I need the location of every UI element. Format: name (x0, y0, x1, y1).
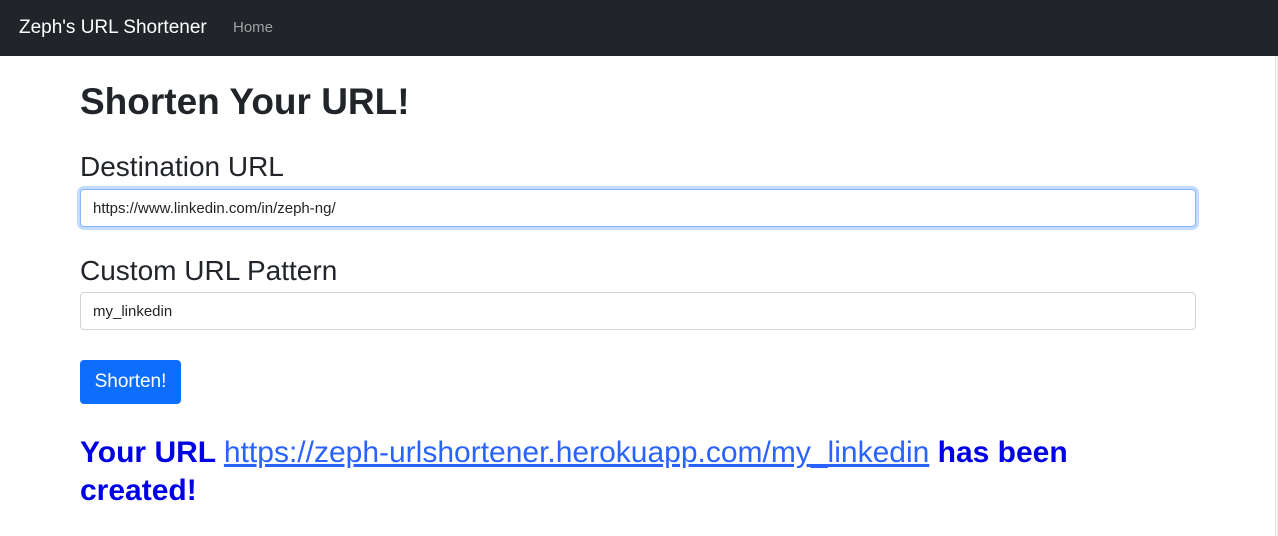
nav-link-home[interactable]: Home (233, 18, 273, 38)
top-navbar: Zeph's URL Shortener Home (0, 0, 1278, 56)
result-prefix: Your URL (80, 436, 216, 469)
short-url-link[interactable]: https://zeph-urlshortener.herokuapp.com/… (224, 436, 929, 469)
custom-url-pattern-label: Custom URL Pattern (80, 255, 338, 286)
result-message: Your URL https://zeph-urlshortener.herok… (80, 434, 1190, 510)
shorten-button[interactable]: Shorten! (80, 360, 181, 404)
custom-url-pattern-input[interactable] (80, 292, 1196, 330)
destination-url-input[interactable] (80, 189, 1196, 227)
navbar-brand[interactable]: Zeph's URL Shortener (19, 16, 207, 40)
page-title: Shorten Your URL! (80, 81, 410, 122)
destination-url-label: Destination URL (80, 151, 284, 182)
